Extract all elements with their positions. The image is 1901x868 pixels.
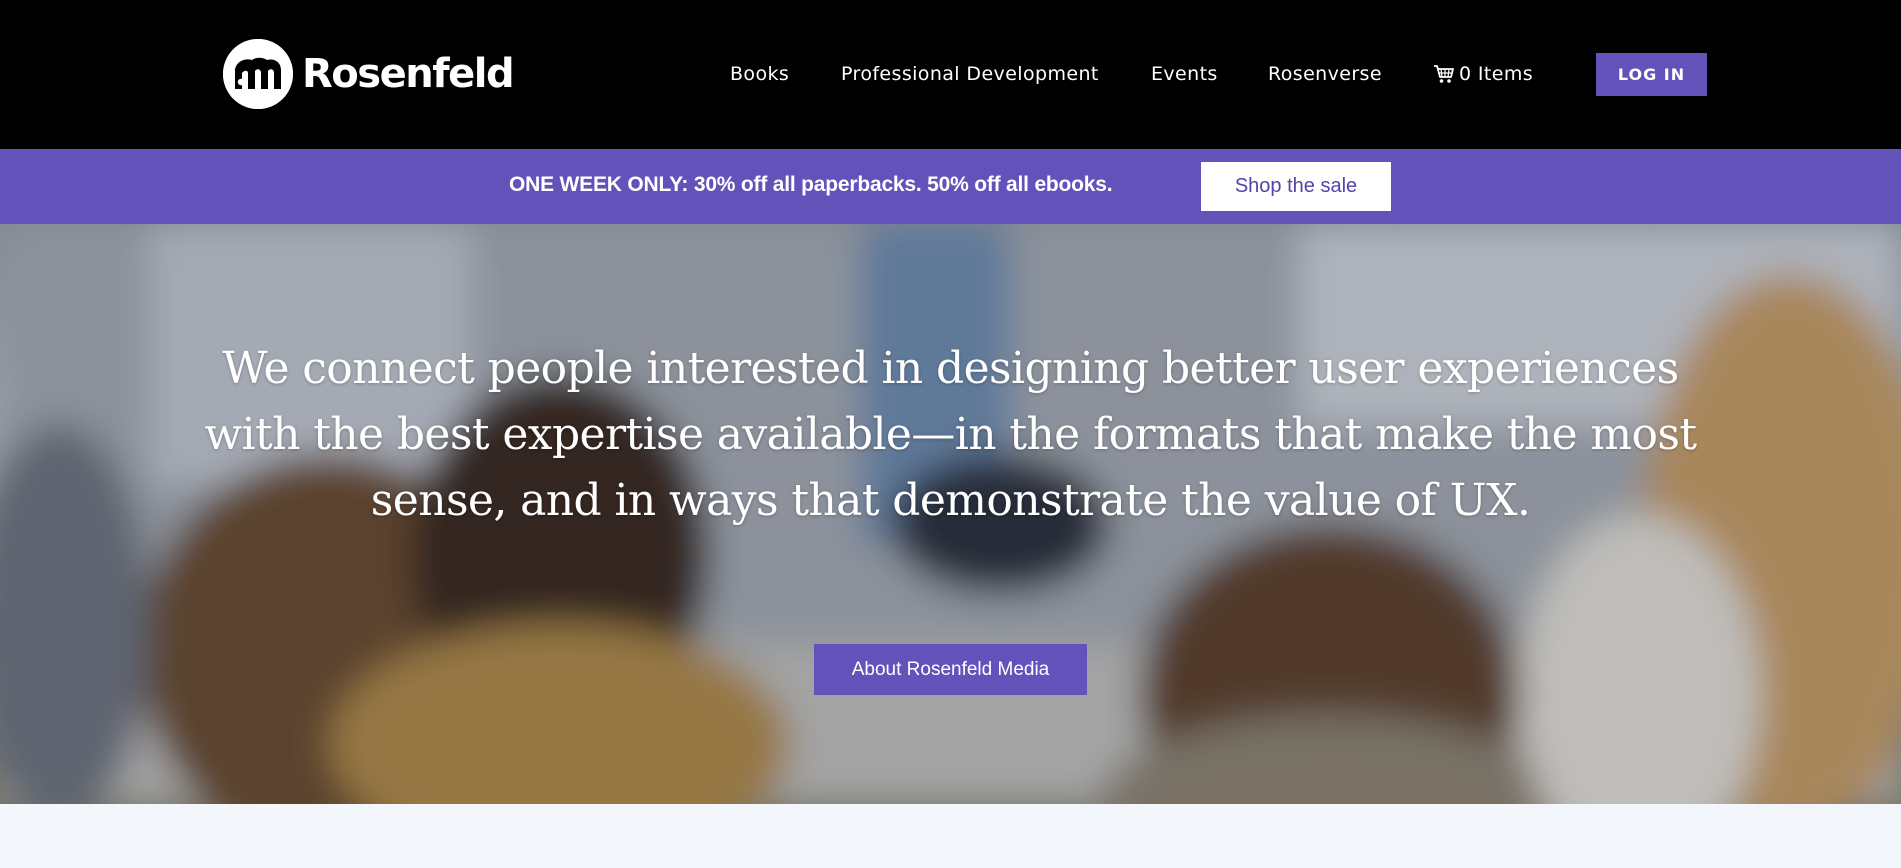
nav-books[interactable]: Books [730,58,789,90]
about-rosenfeld-button[interactable]: About Rosenfeld Media [814,644,1087,695]
hero-section: We connect people interested in designin… [0,224,1901,804]
rosenfeld-logo[interactable]: Rosenfeld [223,39,515,109]
promo-text: ONE WEEK ONLY: 30% off all paperbacks. 5… [509,173,1113,196]
site-header: Rosenfeld Books Professional Development… [0,0,1901,149]
hero-headline: We connect people interested in designin… [204,343,1697,526]
login-button[interactable]: LOG IN [1596,53,1707,96]
nav-cart[interactable]: 0 Items [1433,58,1533,90]
nav-events[interactable]: Events [1151,58,1218,90]
promo-banner: ONE WEEK ONLY: 30% off all paperbacks. 5… [0,149,1901,224]
nav-professional-development[interactable]: Professional Development [841,58,1099,90]
content-section [0,804,1901,868]
cart-count-label: 0 Items [1459,63,1534,85]
shop-sale-button[interactable]: Shop the sale [1201,162,1391,211]
shopping-cart-icon [1433,63,1455,85]
logo-mark-icon [223,39,293,109]
nav-rosenverse[interactable]: Rosenverse [1268,58,1382,90]
logo-wordmark: Rosenfeld [302,51,515,97]
